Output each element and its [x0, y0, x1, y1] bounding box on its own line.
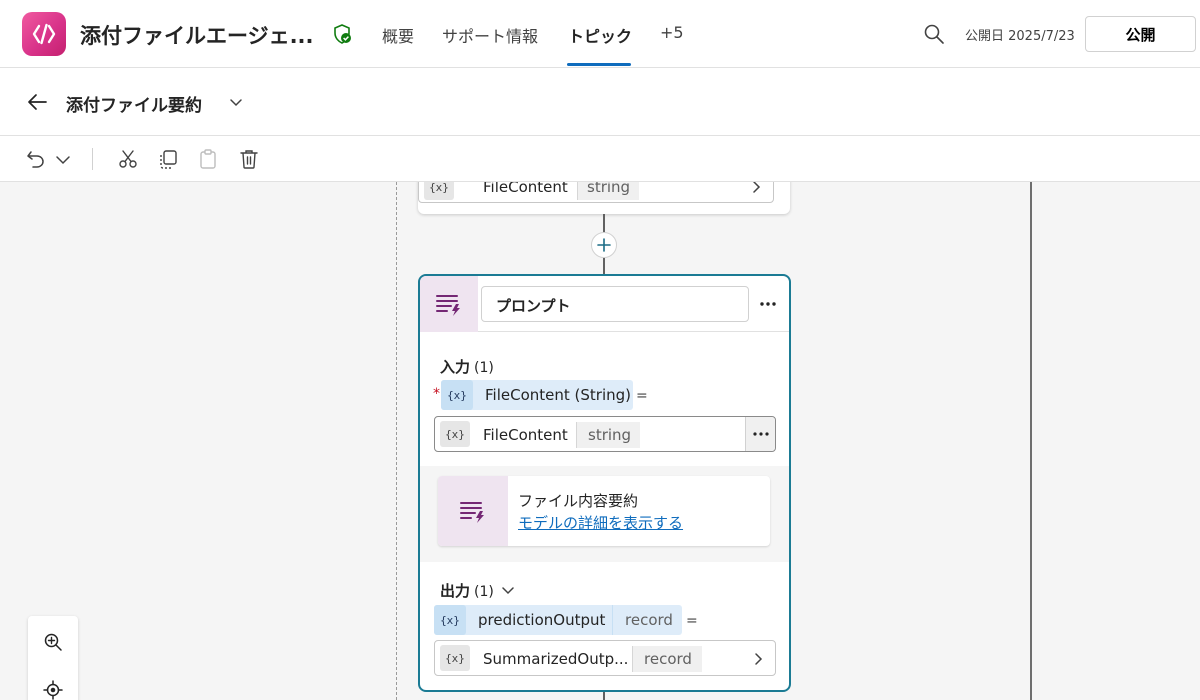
input-count: (1) — [474, 360, 494, 376]
output-value-type: record — [644, 650, 692, 668]
variable-icon: {x} — [434, 605, 466, 635]
more-options-icon[interactable] — [758, 294, 778, 314]
undo-menu-chevron-icon[interactable] — [54, 148, 76, 170]
variable-icon: {x} — [440, 645, 470, 671]
model-section: ファイル内容要約 モデルの詳細を表示する — [420, 466, 789, 562]
recenter-icon[interactable] — [43, 680, 63, 700]
output-section-label[interactable]: 出力 (1) — [440, 580, 494, 601]
paste-icon — [197, 148, 219, 170]
editor-toolbar — [0, 136, 1200, 182]
value-options-button[interactable] — [745, 417, 775, 451]
zoom-controls — [28, 616, 78, 700]
model-card[interactable]: ファイル内容要約 モデルの詳細を表示する — [438, 476, 770, 546]
input-value-type: string — [588, 426, 632, 444]
active-tab-indicator — [567, 63, 631, 66]
tab-topics[interactable]: トピック — [568, 23, 632, 47]
view-model-details-link[interactable]: モデルの詳細を表示する — [518, 512, 683, 533]
tab-knowledge[interactable]: サポート情報 — [442, 23, 538, 47]
chevron-down-icon[interactable] — [500, 582, 516, 598]
branch-boundary-line — [396, 182, 397, 700]
prompt-name-input[interactable]: プロンプト — [481, 286, 749, 322]
output-label: 出力 — [440, 582, 471, 600]
published-date: 公開日 2025/7/23 — [965, 29, 1075, 44]
output-value-name: SummarizedOutp... — [483, 650, 629, 668]
authoring-canvas[interactable]: {x} FileContent string プロンプト 入力 (1) * {x… — [0, 182, 1200, 700]
chevron-right-icon[interactable] — [749, 182, 763, 193]
previous-variable-row[interactable]: {x} FileContent string — [418, 182, 774, 203]
tab-overview[interactable]: 概要 — [382, 23, 414, 47]
output-count: (1) — [474, 584, 494, 600]
search-icon[interactable] — [923, 23, 945, 45]
input-parameter-label: FileContent (String) — [485, 386, 631, 404]
undo-icon[interactable] — [25, 148, 47, 170]
input-label: 入力 — [440, 358, 471, 376]
publish-button[interactable]: 公開 — [1085, 16, 1196, 52]
topic-header: 添付ファイル要約 — [0, 68, 1200, 136]
prompt-node-header: プロンプト — [420, 276, 789, 332]
variable-icon: {x} — [424, 182, 454, 200]
output-parameter-name: predictionOutput — [478, 611, 606, 629]
equals-sign: = — [686, 613, 698, 629]
variable-type: string — [587, 182, 631, 196]
variable-icon: {x} — [440, 421, 470, 447]
topic-title[interactable]: 添付ファイル要約 — [66, 91, 202, 116]
toolbar-divider — [92, 148, 93, 170]
agent-title[interactable]: 添付ファイルエージェ... — [80, 20, 314, 50]
previous-node-card[interactable]: {x} FileContent string — [418, 182, 790, 214]
output-value-field[interactable]: {x} SummarizedOutp... record — [434, 640, 776, 676]
delete-icon[interactable] — [238, 148, 260, 170]
zoom-in-icon[interactable] — [43, 632, 63, 652]
app-logo-icon[interactable] — [22, 12, 66, 56]
plus-icon — [597, 238, 611, 252]
copy-icon[interactable] — [157, 148, 179, 170]
prompt-node-icon — [420, 276, 478, 332]
required-marker: * — [433, 386, 440, 402]
variable-icon: {x} — [441, 380, 473, 410]
equals-sign: = — [636, 388, 648, 404]
top-bar: 添付ファイルエージェ... 概要 サポート情報 トピック +5 公開日 2025… — [0, 0, 1200, 68]
back-arrow-icon[interactable] — [26, 92, 48, 112]
prompt-node-name: プロンプト — [496, 297, 571, 315]
chip-divider — [612, 605, 613, 635]
output-parameter-type: record — [625, 611, 673, 629]
add-node-button[interactable] — [591, 232, 617, 258]
prompt-model-icon — [438, 476, 508, 546]
tab-more[interactable]: +5 — [660, 23, 684, 42]
shield-check-icon[interactable] — [331, 23, 353, 45]
input-value-name: FileContent — [483, 426, 568, 444]
cut-icon[interactable] — [117, 148, 139, 170]
chevron-right-icon[interactable] — [751, 651, 765, 665]
chevron-down-icon[interactable] — [228, 94, 244, 110]
input-value-field[interactable]: {x} FileContent string — [434, 416, 776, 452]
variable-name: FileContent — [483, 182, 568, 196]
model-name: ファイル内容要約 — [518, 492, 639, 510]
canvas-divider — [1030, 182, 1032, 700]
more-options-icon — [753, 432, 769, 436]
prompt-node-card[interactable]: プロンプト 入力 (1) * {x} FileContent (String) =… — [418, 274, 791, 692]
input-section-label: 入力 (1) — [440, 356, 494, 377]
output-parameter-chip: {x} predictionOutput record — [434, 605, 682, 635]
input-parameter-chip: {x} FileContent (String) — [441, 380, 633, 410]
